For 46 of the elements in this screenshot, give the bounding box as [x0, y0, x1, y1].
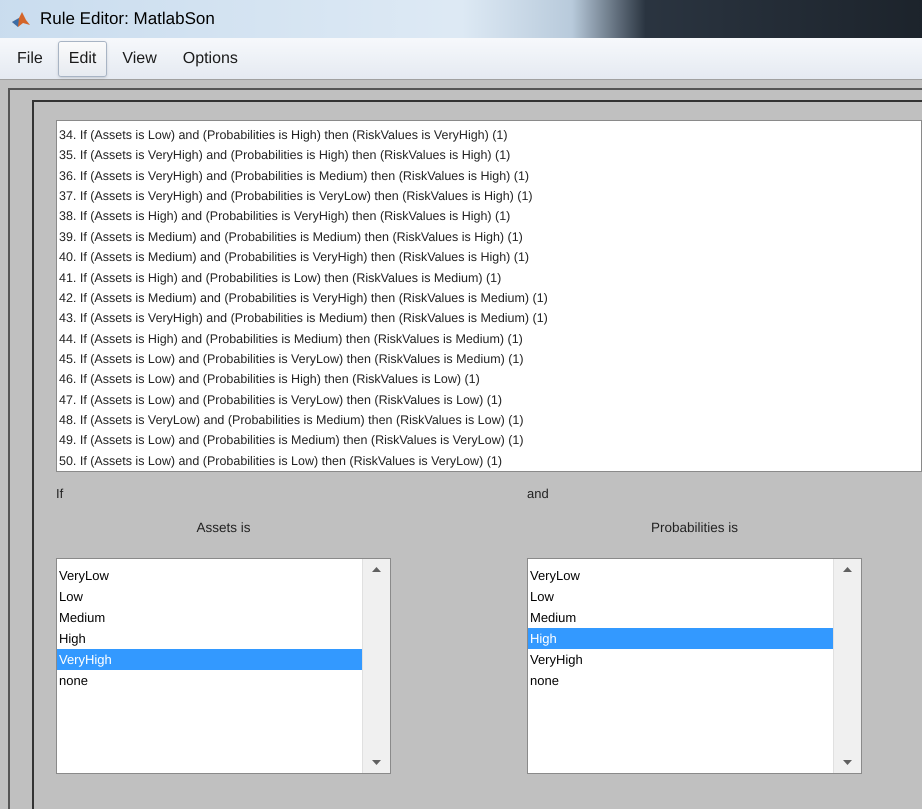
rule-row[interactable]: 42. If (Assets is Medium) and (Probabilities is VeryHigh) then (RiskValues is Medium) (1): [59, 288, 921, 308]
down-arrow-icon[interactable]: [843, 760, 852, 765]
list-option[interactable]: none: [528, 670, 833, 691]
list-option[interactable]: VeryHigh: [528, 648, 833, 670]
menu-item[interactable]: File: [6, 40, 54, 76]
menu-item[interactable]: Edit: [58, 40, 108, 76]
rule-row[interactable]: 45. If (Assets is Low) and (Probabilities is VeryLow) then (RiskValues is Medium) (1): [59, 348, 921, 370]
rule-row[interactable]: 39. If (Assets is Medium) and (Probabilities is Medium) then (RiskValues is High) (1): [59, 226, 921, 248]
rule-row[interactable]: 49. If (Assets is Low) and (Probabilities is Medium) then (RiskValues is VeryLow) (1): [59, 430, 921, 451]
variable-heading: Assets is: [196, 518, 250, 536]
rule-row[interactable]: 35. If (Assets is VeryHigh) and (Probabilities is High) then (RiskValues is High) (1): [59, 145, 921, 166]
list-option[interactable]: Low: [57, 586, 362, 607]
connective-label: and: [527, 485, 549, 503]
rule-row[interactable]: 40. If (Assets is Medium) and (Probabilities is VeryHigh) then (RiskValues is High) (1): [59, 247, 921, 268]
list-option[interactable]: VeryLow: [528, 564, 833, 586]
rule-row[interactable]: 44. If (Assets is High) and (Probabilities is Medium) then (RiskValues is Medium) (1): [59, 328, 921, 349]
option-list[interactable]: VeryLow Low Medium High VeryHigh none: [527, 558, 862, 774]
rule-row[interactable]: 36. If (Assets is VeryHigh) and (Probabilities is Medium) then (RiskValues is High) (1): [59, 166, 921, 186]
scrollbar[interactable]: [833, 558, 861, 773]
list-option[interactable]: Medium: [528, 606, 833, 628]
list-option[interactable]: none: [57, 670, 362, 691]
rule-list[interactable]: [56, 120, 922, 472]
list-option[interactable]: Medium: [57, 606, 362, 628]
rule-row[interactable]: 41. If (Assets is High) and (Probabilities is Low) then (RiskValues is Medium) (1): [59, 268, 921, 288]
list-option[interactable]: Low: [528, 586, 833, 607]
window-title: Rule Editor: MatlabSon: [40, 8, 215, 30]
connective-label: If: [56, 485, 64, 503]
rule-row[interactable]: 50. If (Assets is Low) and (Probabilities is Low) then (RiskValues is VeryLow) (1): [59, 450, 921, 472]
rule-row[interactable]: 43. If (Assets is VeryHigh) and (Probabilities is Medium) then (RiskValues is Medium) (1): [59, 308, 921, 329]
rule-row[interactable]: 46. If (Assets is Low) and (Probabilities is High) then (RiskValues is Low) (1): [59, 369, 921, 390]
list-option[interactable]: High: [57, 628, 362, 649]
up-arrow-icon[interactable]: [843, 566, 852, 572]
rule-row[interactable]: 34. If (Assets is Low) and (Probabilities is High) then (RiskValues is VeryHigh) (1): [59, 125, 921, 146]
list-option[interactable]: VeryLow: [57, 564, 362, 586]
option-list[interactable]: VeryLow Low Medium High VeryHigh none: [56, 558, 391, 774]
rule-row[interactable]: 38. If (Assets is High) and (Probabilities is VeryHigh) then (RiskValues is High) (1): [59, 206, 921, 227]
variable-heading: Probabilities is: [650, 518, 738, 536]
up-arrow-icon[interactable]: [372, 566, 381, 572]
rule-row[interactable]: 37. If (Assets is VeryHigh) and (Probabilities is VeryLow) then (RiskValues is High) (1): [59, 186, 921, 206]
menu-item[interactable]: Options: [172, 40, 249, 76]
rule-row[interactable]: 48. If (Assets is VeryLow) and (Probabilities is Medium) then (RiskValues is Low) (1): [59, 410, 921, 430]
menu-item[interactable]: View: [111, 40, 168, 76]
matlab-logo-icon: [12, 11, 30, 27]
down-arrow-icon[interactable]: [372, 760, 381, 765]
scrollbar[interactable]: [362, 558, 390, 773]
rule-row[interactable]: 47. If (Assets is Low) and (Probabilities is VeryLow) then (RiskValues is Low) (1): [59, 390, 921, 410]
